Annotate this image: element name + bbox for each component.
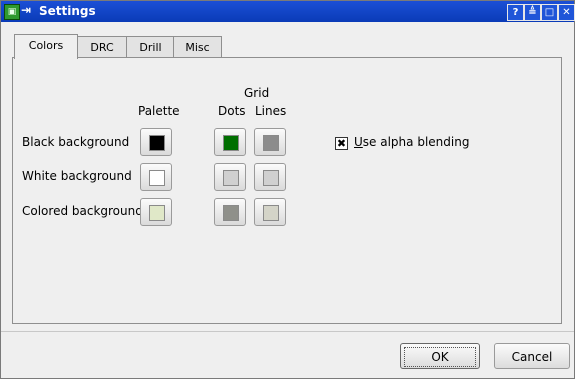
black-dots-swatch (223, 135, 239, 151)
cancel-button[interactable]: Cancel (494, 343, 570, 369)
white-dots-swatch (223, 170, 239, 186)
app-icon: ▣ (4, 4, 20, 20)
black-lines-button[interactable] (254, 128, 286, 156)
black-background-label: Black background (22, 135, 130, 149)
colored-palette-swatch (149, 205, 165, 221)
white-background-label: White background (22, 169, 132, 183)
white-lines-button[interactable] (254, 163, 286, 191)
colored-lines-button[interactable] (254, 198, 286, 226)
palette-header: Palette (138, 104, 180, 118)
alpha-blending-checkbox[interactable]: ✖ (335, 137, 348, 150)
black-lines-swatch (263, 135, 279, 151)
colored-lines-swatch (263, 205, 279, 221)
tab-drill[interactable]: Drill (126, 36, 175, 58)
tab-colors[interactable]: Colors (14, 34, 78, 59)
colored-background-label: Colored background (22, 204, 143, 218)
shade-button[interactable]: ≜ (524, 4, 541, 21)
colors-panel: Grid Palette Dots Lines Black background… (12, 57, 562, 324)
grid-header: Grid (244, 86, 270, 100)
black-palette-swatch (149, 135, 165, 151)
close-button[interactable]: ✕ (558, 4, 575, 21)
white-lines-swatch (263, 170, 279, 186)
tab-drc[interactable]: DRC (76, 36, 128, 58)
dots-header: Dots (218, 104, 246, 118)
black-dots-button[interactable] (214, 128, 246, 156)
help-button[interactable]: ? (507, 4, 524, 21)
tab-misc[interactable]: Misc (173, 36, 222, 58)
white-palette-button[interactable] (140, 163, 172, 191)
pin-icon[interactable]: ⇥ (21, 3, 31, 17)
title-bar[interactable]: ▣ ⇥ Settings ? ≜ □ ✕ (1, 1, 575, 22)
white-palette-swatch (149, 170, 165, 186)
lines-header: Lines (255, 104, 287, 118)
colored-dots-button[interactable] (214, 198, 246, 226)
footer-separator (1, 331, 574, 332)
ok-button[interactable]: OK (400, 343, 480, 369)
checkmark-icon: ✖ (336, 137, 347, 150)
settings-window: ▣ ⇥ Settings ? ≜ □ ✕ Colors DRC Drill Mi… (0, 0, 575, 379)
maximize-button[interactable]: □ (541, 4, 558, 21)
alpha-blending-label[interactable]: Use alpha blending (354, 135, 469, 149)
colored-dots-swatch (223, 205, 239, 221)
colored-palette-button[interactable] (140, 198, 172, 226)
white-dots-button[interactable] (214, 163, 246, 191)
window-title: Settings (39, 4, 96, 18)
black-palette-button[interactable] (140, 128, 172, 156)
